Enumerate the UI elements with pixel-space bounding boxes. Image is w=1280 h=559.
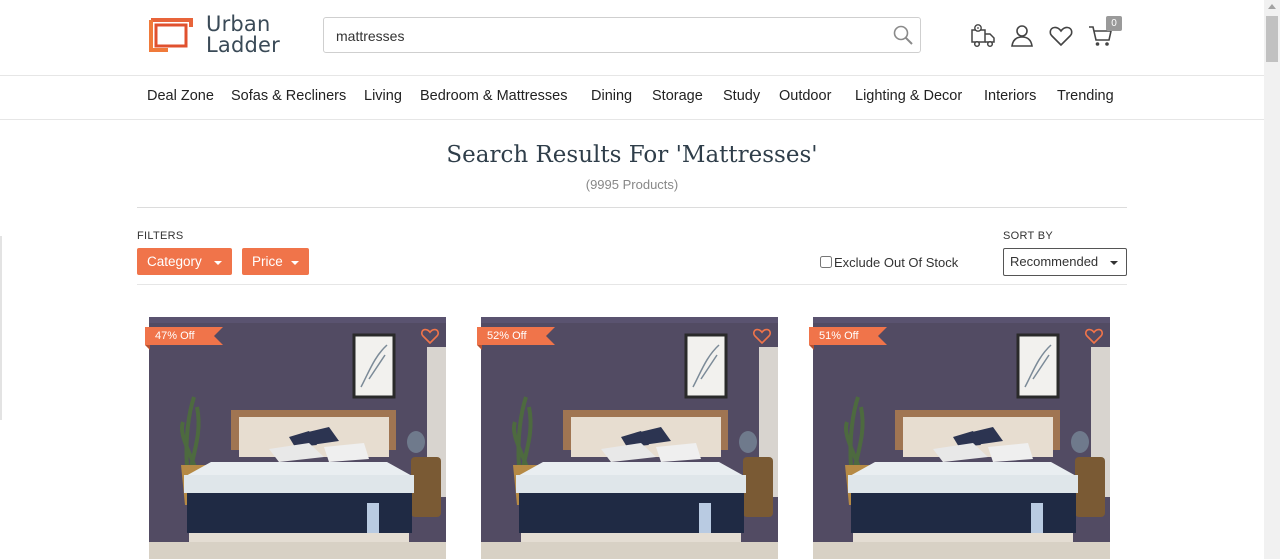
nav-deal-zone[interactable]: Deal Zone: [147, 88, 214, 104]
product-image[interactable]: [149, 317, 446, 559]
delivery-truck-icon[interactable]: [969, 22, 997, 50]
sort-by-label: SORT BY: [1003, 230, 1053, 242]
nav-bedroom-mattresses[interactable]: Bedroom & Mattresses: [420, 88, 567, 104]
divider: [137, 207, 1127, 208]
wishlist-heart-icon[interactable]: [420, 327, 440, 345]
product-count: (9995 Products): [585, 177, 679, 192]
exclude-out-of-stock[interactable]: Exclude Out Of Stock: [820, 255, 958, 270]
product-card[interactable]: [813, 317, 1110, 559]
product-image[interactable]: [813, 317, 1110, 559]
badge-fold: [145, 345, 150, 350]
nav-lighting-decor[interactable]: Lighting & Decor: [855, 88, 962, 104]
exclude-out-of-stock-label: Exclude Out Of Stock: [834, 255, 959, 270]
search-input[interactable]: [334, 25, 878, 47]
sort-select[interactable]: Recommended: [1003, 248, 1127, 276]
product-card[interactable]: [149, 317, 446, 559]
category-filter-button[interactable]: Category: [137, 248, 232, 275]
cart-count-badge: 0: [1106, 16, 1122, 31]
sort-selected-value: Recommended: [1010, 254, 1099, 269]
discount-badge: 52% Off: [477, 327, 555, 345]
filters-label: FILTERS: [137, 230, 184, 242]
logo-mark-icon: [149, 18, 193, 52]
urban-ladder-logo[interactable]: Urban Ladder: [148, 14, 288, 56]
user-icon[interactable]: [1008, 22, 1036, 50]
page-title: Search Results For 'Mattresses': [446, 142, 818, 168]
search-box: [323, 17, 921, 53]
scroll-up-arrow-icon[interactable]: [1268, 4, 1276, 9]
category-filter-label: Category: [147, 254, 202, 269]
side-tab: [0, 236, 2, 420]
nav-trending[interactable]: Trending: [1057, 88, 1114, 104]
nav-outdoor[interactable]: Outdoor: [779, 88, 831, 104]
search-icon[interactable]: [892, 24, 914, 46]
product-card[interactable]: [481, 317, 778, 559]
exclude-out-of-stock-checkbox[interactable]: [820, 256, 832, 268]
price-filter-label: Price: [252, 254, 283, 269]
page-scrollbar[interactable]: [1264, 0, 1280, 559]
caret-down-icon: [291, 261, 299, 265]
heart-icon[interactable]: [1047, 22, 1075, 50]
logo-line-1: Urban: [206, 12, 271, 36]
divider: [137, 284, 1127, 285]
nav-living[interactable]: Living: [364, 88, 402, 104]
logo-wordmark: Urban Ladder: [206, 14, 280, 56]
price-filter-button[interactable]: Price: [242, 248, 309, 275]
scrollbar-thumb[interactable]: [1266, 16, 1278, 62]
caret-down-icon: [214, 261, 222, 265]
discount-badge: 47% Off: [145, 327, 223, 345]
site-header: Urban Ladder 0: [0, 0, 1264, 76]
product-image[interactable]: [481, 317, 778, 559]
nav-dining[interactable]: Dining: [591, 88, 632, 104]
nav-sofas-recliners[interactable]: Sofas & Recliners: [231, 88, 346, 104]
badge-fold: [809, 345, 814, 350]
nav-study[interactable]: Study: [723, 88, 760, 104]
logo-line-2: Ladder: [206, 33, 280, 57]
discount-badge: 51% Off: [809, 327, 887, 345]
wishlist-heart-icon[interactable]: [752, 327, 772, 345]
badge-fold: [477, 345, 482, 350]
wishlist-heart-icon[interactable]: [1084, 327, 1104, 345]
caret-down-icon: [1110, 261, 1118, 265]
main-nav: Deal Zone Sofas & Recliners Living Bedro…: [0, 76, 1264, 120]
nav-interiors[interactable]: Interiors: [984, 88, 1036, 104]
nav-storage[interactable]: Storage: [652, 88, 703, 104]
